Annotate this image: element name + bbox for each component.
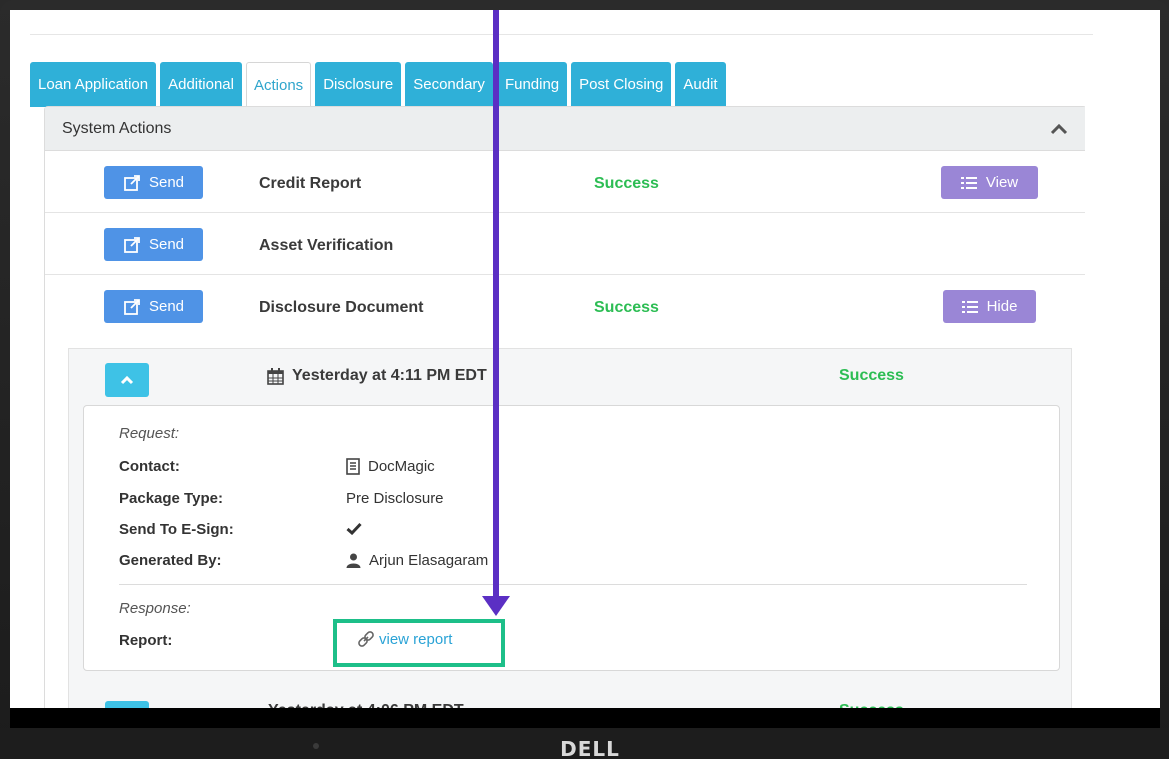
annotation-arrow-head	[482, 596, 510, 616]
external-link-icon	[124, 236, 140, 253]
tab-bar: Loan Application Additional Actions Disc…	[30, 62, 730, 108]
action-row-disclosure-document: Send Disclosure Document Success Hide	[45, 275, 1086, 337]
row-label: Asset Verification	[259, 237, 394, 254]
tab-disclosure[interactable]: Disclosure	[315, 62, 402, 107]
send-button[interactable]: Send	[104, 166, 203, 199]
send-to-esign-label: Send To E-Sign:	[119, 521, 234, 538]
dell-logo: DELL	[560, 737, 620, 759]
screen: Loan Application Additional Actions Disc…	[10, 10, 1160, 710]
row-label: Disclosure Document	[259, 299, 424, 316]
send-button-label: Send	[148, 298, 185, 315]
building-icon	[346, 458, 360, 475]
screen-edge	[10, 708, 1160, 728]
hide-button-label: Hide	[986, 298, 1018, 315]
action-row-credit-report: Send Credit Report Success View	[45, 151, 1086, 213]
tab-post-closing[interactable]: Post Closing	[571, 62, 672, 107]
send-button-label: Send	[148, 174, 185, 191]
send-to-esign-value	[346, 522, 362, 535]
camera-dot	[313, 743, 319, 749]
list-icon	[961, 300, 978, 313]
tab-funding[interactable]: Funding	[496, 62, 568, 107]
tab-secondary[interactable]: Secondary	[405, 62, 493, 107]
generated-by-value: Arjun Elasagaram	[346, 552, 488, 569]
contact-text: DocMagic	[368, 458, 435, 475]
hide-button[interactable]: Hide	[943, 290, 1036, 323]
view-button-label: View	[985, 174, 1019, 191]
collapse-history-button[interactable]	[105, 363, 149, 397]
panel-header[interactable]: System Actions	[45, 107, 1086, 151]
list-icon	[960, 176, 977, 189]
external-link-icon	[124, 174, 140, 191]
panel-title: System Actions	[62, 119, 172, 137]
send-button-label: Send	[148, 236, 185, 253]
tab-actions[interactable]: Actions	[245, 62, 312, 108]
generated-by-text: Arjun Elasagaram	[369, 552, 489, 569]
top-divider	[30, 34, 1093, 35]
row-label: Credit Report	[259, 175, 362, 192]
view-button[interactable]: View	[941, 166, 1038, 199]
contact-label: Contact:	[119, 458, 180, 475]
annotation-arrow	[493, 10, 499, 598]
package-type-text: Pre Disclosure	[346, 490, 444, 507]
generated-by-label: Generated By:	[119, 552, 222, 569]
system-actions-panel: System Actions Send Credit Report Succes…	[44, 106, 1087, 710]
tab-additional[interactable]: Additional	[160, 62, 242, 107]
send-button[interactable]: Send	[104, 290, 203, 323]
disclosure-history: Yesterday at 4:11 PM EDT Success Request…	[68, 348, 1072, 710]
history-entry-next: Yesterday at 4:06 PM EDT Success	[83, 683, 1060, 710]
status-text: Success	[594, 175, 659, 192]
history-status: Success	[839, 367, 904, 384]
report-label: Report:	[119, 632, 173, 649]
action-row-asset-verification: Send Asset Verification	[45, 213, 1086, 275]
package-type-label: Package Type:	[119, 490, 223, 507]
send-button[interactable]: Send	[104, 228, 203, 261]
status-text: Success	[594, 299, 659, 316]
highlight-box	[333, 619, 505, 667]
chevron-up-icon	[120, 375, 134, 385]
external-link-icon	[124, 298, 140, 315]
package-type-value: Pre Disclosure	[346, 490, 444, 507]
tab-loan-application[interactable]: Loan Application	[30, 62, 157, 107]
detail-divider	[119, 584, 1027, 585]
right-gutter	[1085, 38, 1160, 710]
user-icon	[346, 553, 361, 568]
response-heading: Response:	[119, 600, 191, 617]
calendar-icon	[267, 367, 284, 385]
checkmark-icon	[346, 522, 362, 535]
history-timestamp: Yesterday at 4:11 PM EDT	[267, 367, 487, 385]
tab-audit[interactable]: Audit	[675, 62, 726, 107]
chevron-up-icon[interactable]	[1050, 122, 1068, 140]
contact-value: DocMagic	[346, 458, 435, 475]
request-heading: Request:	[119, 425, 180, 442]
history-detail-card: Request: Contact: DocMagic Package Type:…	[83, 405, 1060, 671]
timestamp-text: Yesterday at 4:11 PM EDT	[292, 367, 487, 384]
